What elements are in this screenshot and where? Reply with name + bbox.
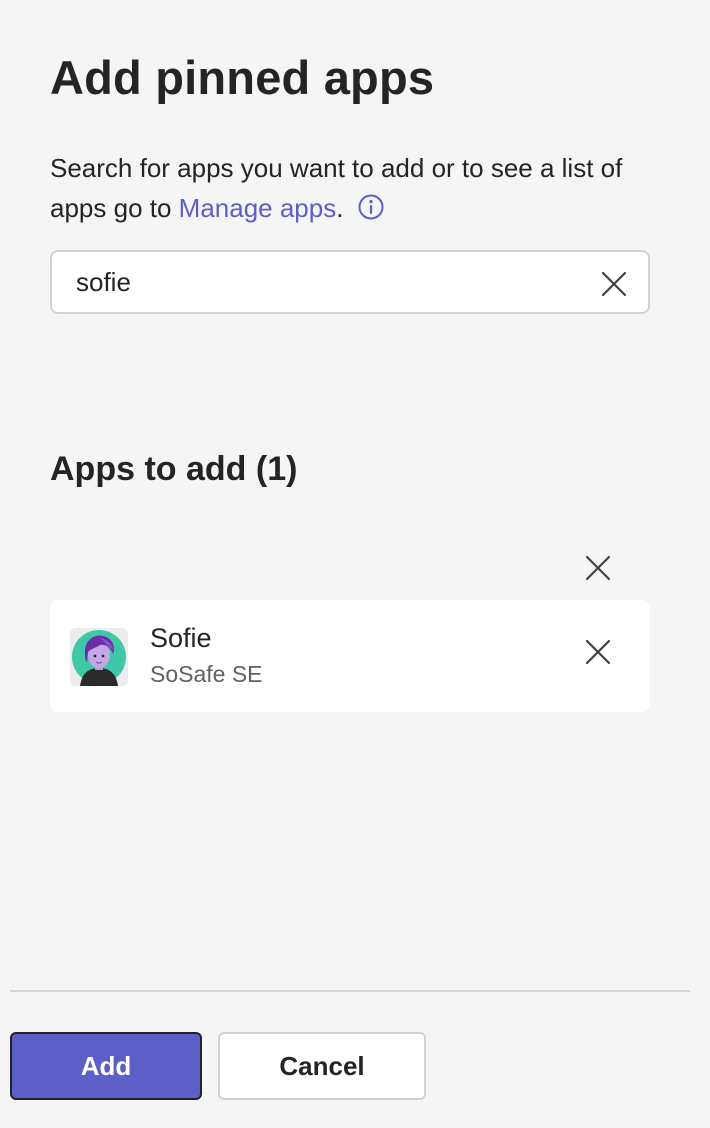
remove-app-icon[interactable] bbox=[584, 638, 612, 666]
search-box bbox=[50, 250, 650, 314]
dialog-description: Search for apps you want to add or to se… bbox=[50, 148, 670, 228]
footer-divider bbox=[10, 990, 690, 992]
description-period: . bbox=[336, 193, 344, 223]
dialog-title: Add pinned apps bbox=[50, 51, 435, 104]
app-list-item: Sofie SoSafe SE bbox=[50, 600, 650, 712]
sofie-avatar-icon bbox=[70, 628, 128, 686]
add-button[interactable]: Add bbox=[10, 1032, 202, 1100]
clear-all-icon[interactable] bbox=[584, 554, 612, 582]
info-icon[interactable] bbox=[357, 192, 385, 220]
manage-apps-link[interactable]: Manage apps bbox=[179, 193, 337, 223]
cancel-button[interactable]: Cancel bbox=[218, 1032, 426, 1100]
clear-search-icon[interactable] bbox=[600, 270, 628, 298]
app-name: Sofie bbox=[150, 623, 212, 653]
search-input[interactable] bbox=[76, 262, 576, 302]
app-publisher: SoSafe SE bbox=[150, 661, 263, 687]
add-pinned-apps-dialog: Add pinned apps Search for apps you want… bbox=[0, 0, 710, 1128]
apps-to-add-heading: Apps to add (1) bbox=[50, 450, 298, 488]
